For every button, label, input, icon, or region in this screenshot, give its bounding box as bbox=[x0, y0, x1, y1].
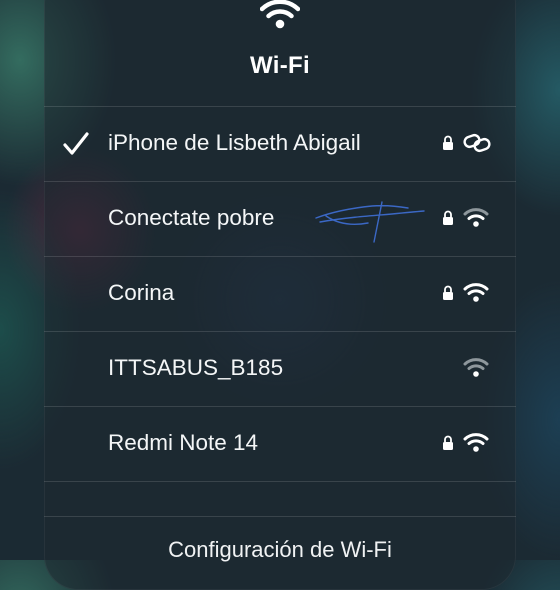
wifi-header: Wi-Fi bbox=[44, 0, 516, 108]
network-row-ittsabus[interactable]: ITTSABUS_B185 bbox=[44, 331, 516, 406]
network-row-conectate-pobre[interactable]: Conectate pobre bbox=[44, 181, 516, 256]
wifi-signal-icon bbox=[463, 208, 489, 227]
lock-icon bbox=[443, 135, 453, 150]
network-list-end bbox=[44, 481, 516, 520]
lock-icon bbox=[443, 210, 453, 225]
wifi-settings-link[interactable]: Configuración de Wi-Fi bbox=[44, 537, 516, 563]
wifi-title: Wi-Fi bbox=[250, 52, 310, 79]
network-name: iPhone de Lisbeth Abigail bbox=[108, 130, 361, 155]
network-name: ITTSABUS_B185 bbox=[108, 355, 284, 380]
network-name: Conectate pobre bbox=[108, 205, 275, 230]
wifi-signal-icon bbox=[463, 358, 489, 377]
lock-icon bbox=[443, 285, 453, 300]
network-name: Redmi Note 14 bbox=[108, 430, 259, 455]
network-name: Corina bbox=[108, 280, 175, 305]
network-row-iphone-hotspot[interactable]: iPhone de Lisbeth Abigail bbox=[44, 106, 516, 181]
lock-icon bbox=[443, 435, 453, 450]
network-row-corina[interactable]: Corina bbox=[44, 256, 516, 331]
wifi-signal-icon bbox=[463, 433, 489, 452]
wifi-signal-icon bbox=[463, 283, 489, 302]
pen-scribble-annotation bbox=[315, 201, 425, 243]
link-icon bbox=[463, 133, 491, 153]
network-list: iPhone de Lisbeth Abigail Conectate pobr… bbox=[44, 106, 516, 520]
network-row-redmi-note-14[interactable]: Redmi Note 14 bbox=[44, 406, 516, 481]
footer-separator bbox=[44, 516, 516, 517]
checkmark-icon bbox=[63, 132, 89, 155]
wifi-icon bbox=[260, 0, 300, 29]
